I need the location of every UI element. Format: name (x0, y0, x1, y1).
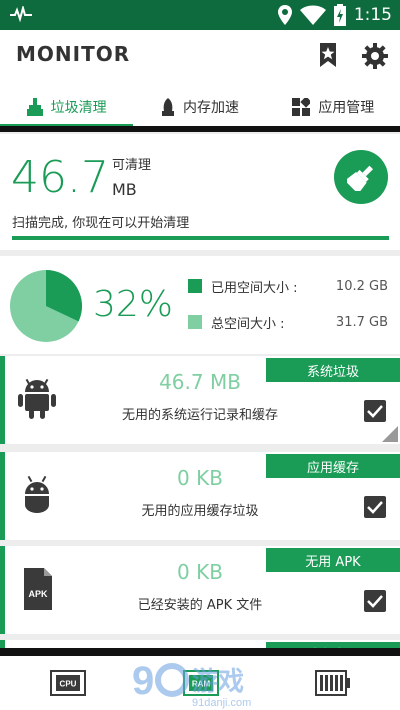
tab-app-manager[interactable]: 应用管理 (267, 88, 400, 126)
scan-progress-bar (12, 236, 389, 240)
item-description: 无用的系统运行记录和缓存 (121, 408, 278, 423)
cpu-icon[interactable]: CPU (50, 670, 86, 696)
storage-used-percent: 32% (93, 284, 174, 325)
item-description: 已经安装的 APK 文件 (137, 598, 263, 613)
item-checkbox[interactable] (364, 496, 386, 518)
legend-used-value: 10.2 GB (335, 278, 388, 294)
cpu-label: CPU (60, 680, 77, 689)
junk-size-unit: MB (112, 180, 137, 199)
pulse-icon (10, 6, 32, 22)
broom-icon (347, 165, 374, 191)
location-icon (277, 5, 292, 25)
list-item-useless-apk[interactable]: 无用 APK APK 0 KB 已经安装的 APK 文件 (0, 546, 400, 634)
svg-text:APK: APK (28, 589, 48, 599)
item-checkbox[interactable] (364, 590, 386, 612)
android-head-icon (25, 475, 49, 513)
item-accent-bar (0, 356, 5, 444)
watermark-url: 91danji.com (192, 697, 251, 709)
settings-gear-button[interactable] (361, 42, 389, 70)
clean-button[interactable] (334, 150, 388, 204)
rocket-icon (161, 98, 174, 116)
bottom-bar-shadow (0, 648, 400, 656)
apps-icon (292, 98, 311, 116)
item-checkbox[interactable] (364, 400, 386, 422)
status-bar: 1:15 (0, 0, 400, 30)
tab-label: 应用管理 (318, 100, 375, 116)
app-bar: MONITOR 垃圾清理 内存加速 应用管理 (0, 30, 400, 128)
battery-charging-icon (333, 4, 346, 26)
legend-total-label: 总空间大小 : (211, 316, 285, 332)
checkmark-icon (367, 405, 383, 418)
legend-total-swatch (188, 315, 202, 329)
checkmark-icon (367, 595, 383, 608)
android-icon (18, 378, 56, 419)
junk-size-value: 46.7 (11, 152, 109, 203)
watermark-digit: 9 (132, 659, 154, 703)
watermark-title: 游戏 (192, 667, 244, 697)
list-item-app-cache[interactable]: 应用缓存 0 KB 无用的应用缓存垃圾 (0, 452, 400, 540)
item-size: 0 KB (177, 466, 223, 490)
legend-used-label: 已用空间大小 : (211, 280, 298, 296)
battery-icon[interactable] (315, 670, 351, 696)
list-item-system-junk[interactable]: 系统垃圾 46.7 MB 无用的系统运行记录和缓存 (0, 356, 400, 444)
storage-card: 32% 已用空间大小 : 10.2 GB 总空间大小 : 31.7 GB (0, 256, 400, 354)
scan-status-text: 扫描完成, 你现在可以开始清理 (12, 216, 190, 231)
apk-file-icon: APK (24, 568, 52, 610)
expand-corner-icon[interactable] (382, 426, 398, 442)
watermark-logo: 9 游戏 91danji.com (132, 659, 251, 709)
tab-junk-clean[interactable]: 垃圾清理 (0, 88, 134, 127)
clock: 1:15 (353, 5, 392, 25)
item-accent-bar (0, 452, 5, 540)
legend-used: 已用空间大小 : 10.2 GB (188, 276, 388, 296)
bookmark-star-button[interactable] (315, 42, 341, 68)
tab-bar: 垃圾清理 内存加速 应用管理 (0, 88, 400, 127)
legend-total: 总空间大小 : 31.7 GB (188, 312, 388, 332)
item-description: 无用的应用缓存垃圾 (141, 504, 259, 519)
scan-progress-fill (12, 236, 389, 240)
item-size: 0 KB (177, 560, 223, 584)
app-bar-shadow (0, 126, 400, 132)
legend-total-value: 31.7 GB (335, 314, 388, 330)
can-clean-label: 可清理 (112, 158, 152, 173)
broom-icon (26, 98, 43, 116)
wifi-icon (299, 5, 326, 25)
item-size: 46.7 MB (159, 370, 241, 394)
tab-label: 垃圾清理 (50, 100, 107, 116)
legend-used-swatch (188, 279, 202, 293)
app-title: MONITOR (16, 42, 131, 66)
junk-summary-card: 46.7 可清理 MB 扫描完成, 你现在可以开始清理 (0, 134, 400, 250)
tab-memory-boost[interactable]: 内存加速 (133, 88, 266, 126)
storage-pie-chart (10, 270, 82, 342)
item-accent-bar (0, 546, 5, 634)
tab-label: 内存加速 (182, 100, 239, 116)
checkmark-icon (367, 501, 383, 514)
